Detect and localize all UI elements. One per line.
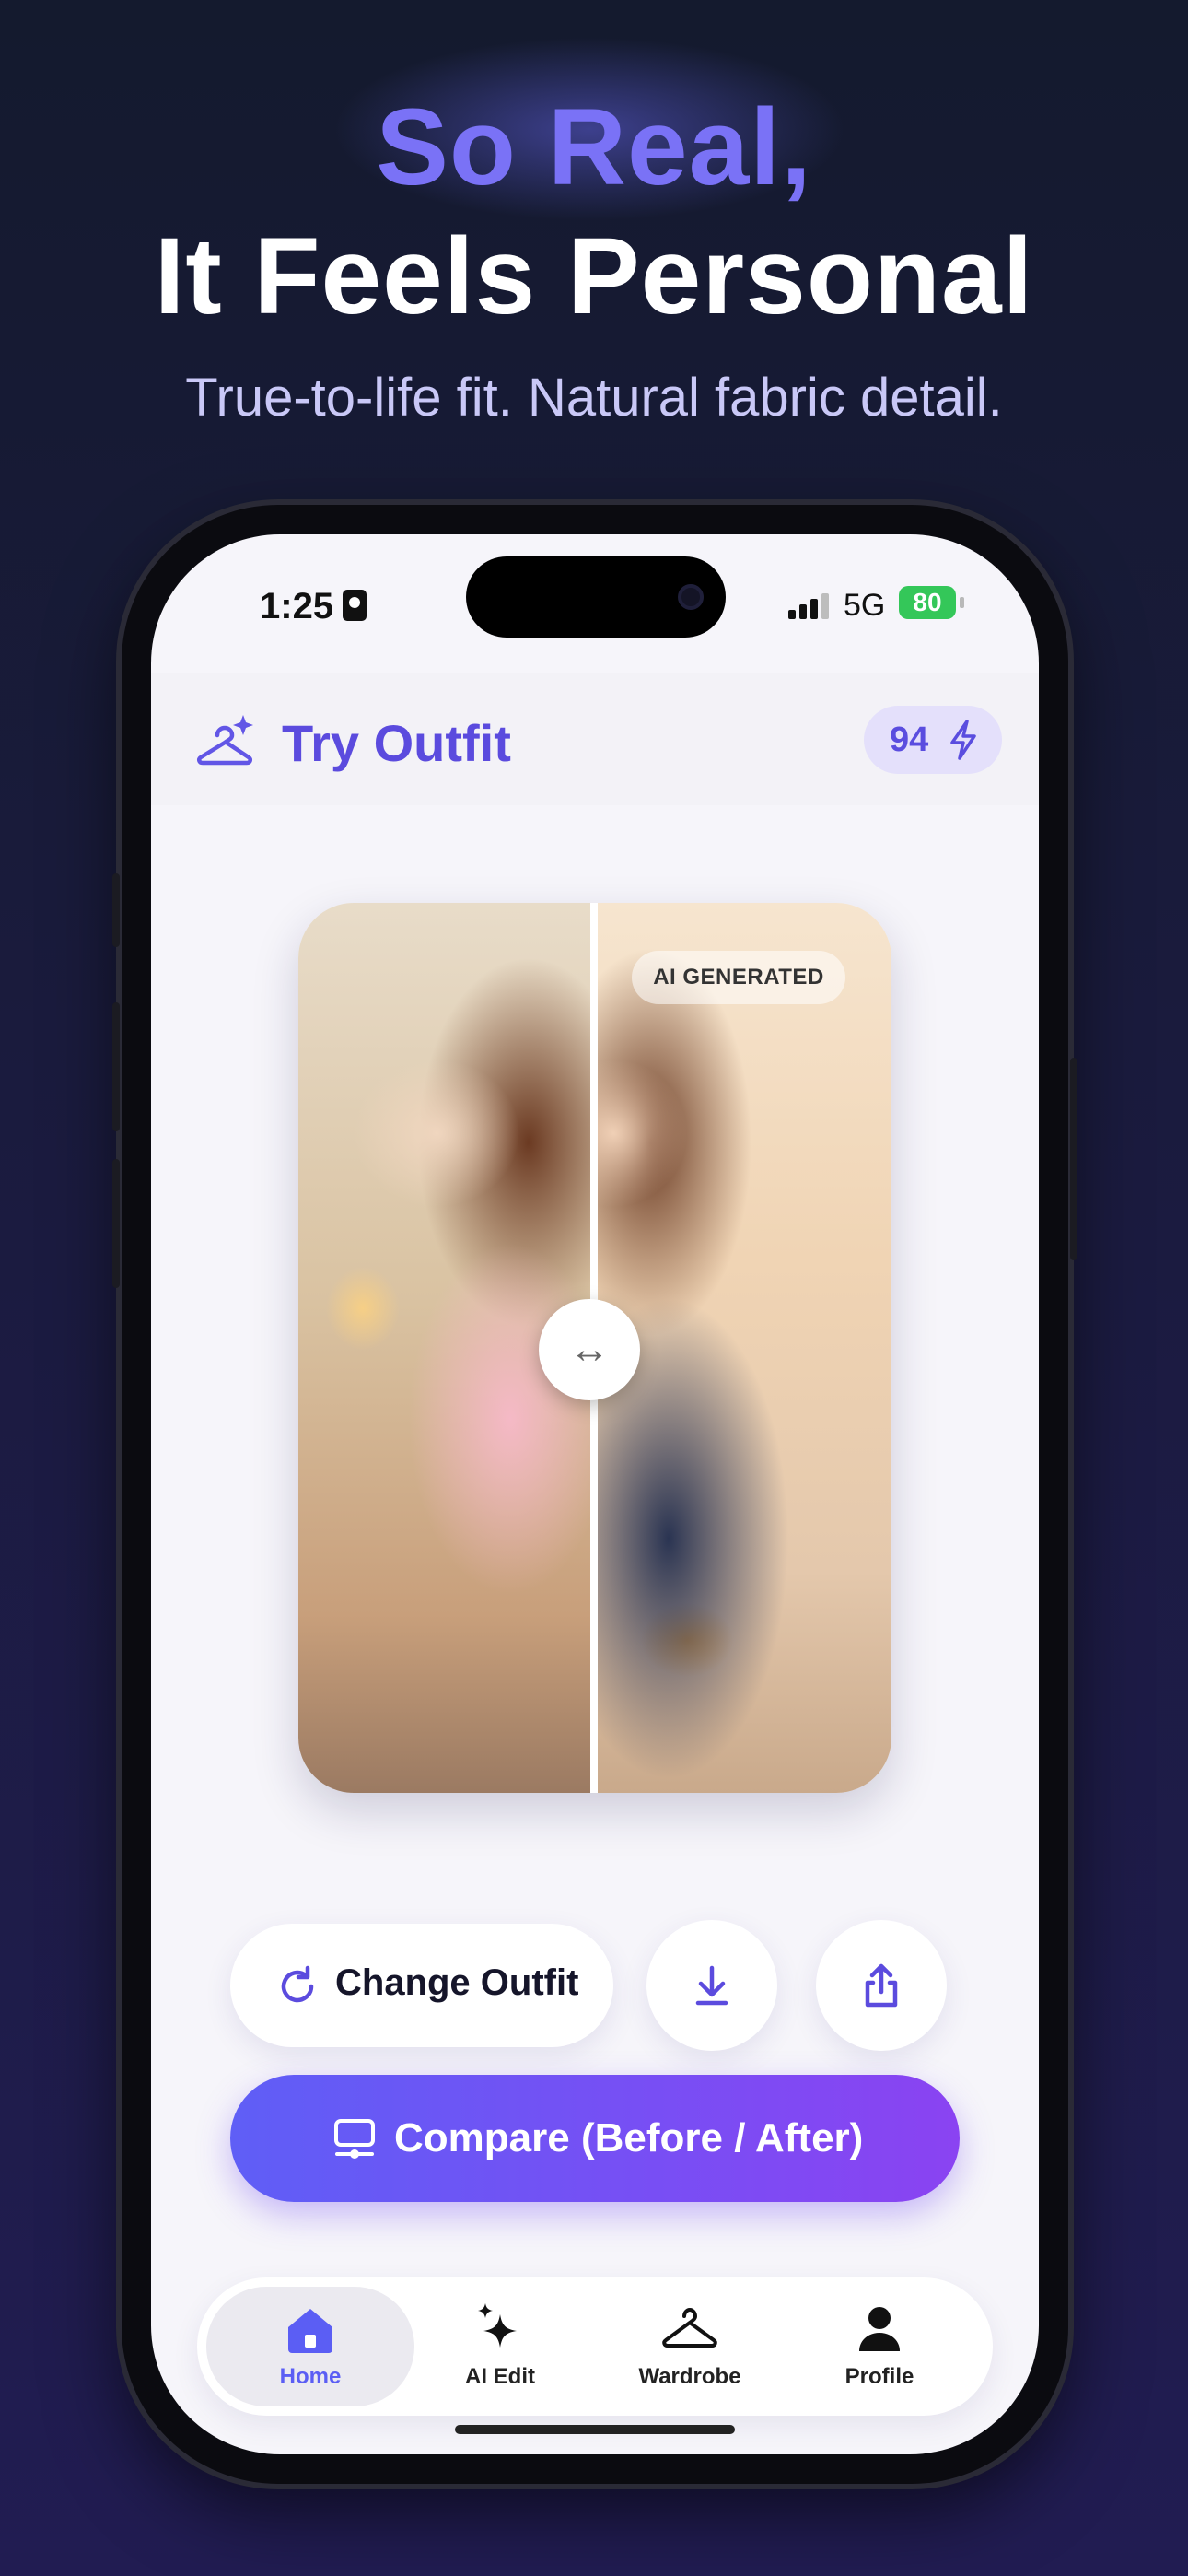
before-after-image[interactable]: ↔ AI GENERATED [298,903,891,1793]
home-indicator[interactable] [455,2425,735,2434]
power-button [1070,1058,1077,1260]
compare-label: Compare (Before / After) [394,2115,864,2160]
person-icon [859,2307,900,2351]
tab-ai-edit-label: AI Edit [465,2364,535,2389]
tab-home[interactable]: Home [206,2287,414,2406]
credits-count: 94 [890,720,929,759]
compare-button[interactable]: Compare (Before / After) [230,2075,960,2202]
credits-badge[interactable]: 94 [864,706,1002,774]
volume-down-button [112,1159,120,1288]
ai-generated-badge: AI GENERATED [632,951,845,1004]
signal-icon [788,591,833,619]
app-screen: 1:25 5G 80 Try Outfit 94 ↔ AI GENERATED … [151,534,1039,2454]
id-card-icon [343,590,367,621]
app-header: Try Outfit 94 [151,673,1039,805]
volume-up-button [112,1002,120,1131]
tab-profile-label: Profile [844,2364,914,2389]
compare-slider-handle[interactable]: ↔ [539,1299,640,1400]
status-time: 1:25 [260,586,334,626]
home-icon [288,2309,332,2353]
tab-ai-edit[interactable]: AI Edit [396,2287,604,2406]
dynamic-island [466,556,726,638]
bolt-icon [950,720,976,760]
battery-icon [960,597,964,608]
network-type: 5G [844,588,886,623]
camera-icon [678,584,704,610]
battery-level: 80 [899,586,956,619]
tab-wardrobe[interactable]: Wardrobe [586,2287,794,2406]
hero-headline-accent: So Real, [376,87,812,208]
refresh-icon [281,1965,314,2003]
tab-home-label: Home [279,2364,342,2389]
hanger-icon [662,2308,717,2348]
download-button[interactable] [646,1920,777,2051]
status-bar: 1:25 5G 80 [151,534,1039,673]
tab-profile[interactable]: Profile [775,2287,984,2406]
change-outfit-button[interactable]: Change Outfit [230,1924,613,2047]
hero-headline: It Feels Personal [154,216,1034,337]
phone-frame: 1:25 5G 80 Try Outfit 94 ↔ AI GENERATED … [112,505,1077,2484]
page-title: Try Outfit [282,714,511,772]
compare-monitor-icon [334,2119,375,2159]
mute-switch [112,873,120,947]
bottom-tab-bar: Home AI Edit Wardrobe Profile [197,2277,993,2416]
hero-subtitle: True-to-life fit. Natural fabric detail. [185,368,1003,427]
share-icon [865,1963,898,2008]
hanger-sparkle-icon [197,715,253,766]
share-button[interactable] [816,1920,947,2051]
change-outfit-label: Change Outfit [335,1962,579,2003]
sparkle-icon [478,2303,517,2348]
download-icon [695,1965,728,2006]
tab-wardrobe-label: Wardrobe [638,2364,741,2389]
